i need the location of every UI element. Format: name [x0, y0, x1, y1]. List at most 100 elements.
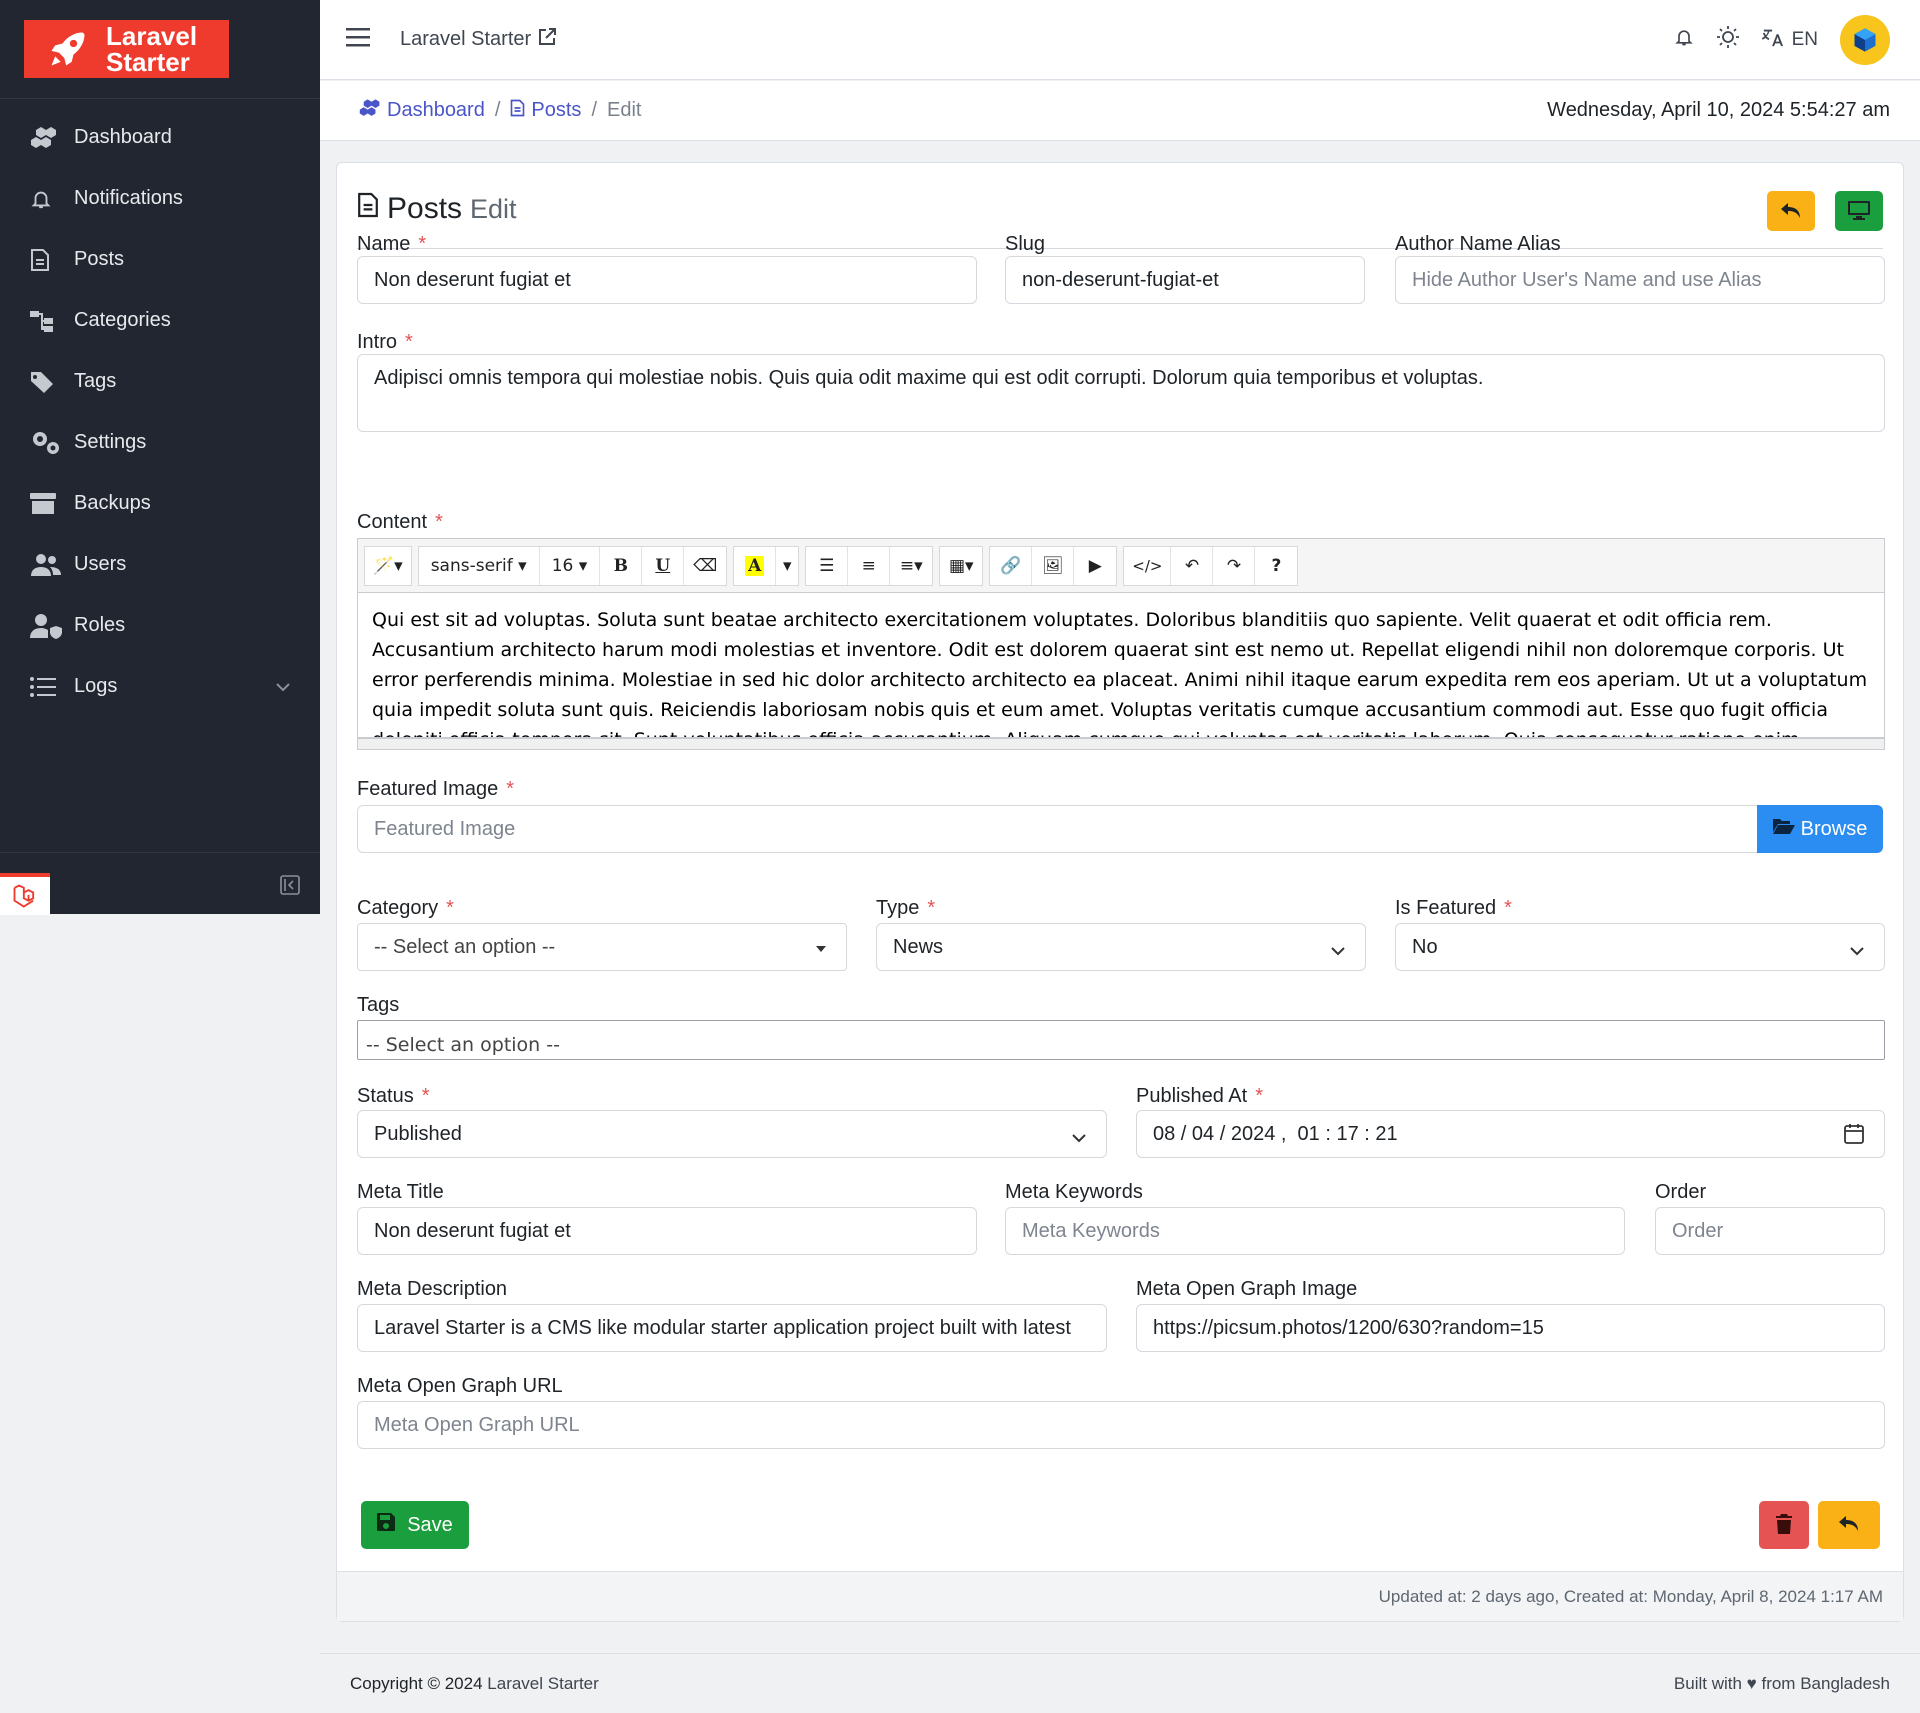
chevron-down-icon [1850, 939, 1864, 962]
browse-button[interactable]: Browse [1757, 805, 1883, 853]
bell-icon[interactable] [1674, 26, 1694, 53]
order-field[interactable]: Order [1655, 1207, 1885, 1255]
tags-select[interactable]: -- Select an option -- [357, 1020, 1885, 1060]
sidebar-item-label: Backups [74, 492, 151, 514]
paragraph-align-icon[interactable]: ≡▾ [890, 547, 932, 585]
undo-icon[interactable]: ↶ [1171, 546, 1214, 585]
save-button[interactable]: Save [361, 1501, 469, 1549]
card-header: Posts Edit [357, 191, 1883, 249]
editor-resize-handle[interactable] [357, 738, 1885, 750]
link-icon[interactable]: 🔗 [990, 546, 1033, 585]
sidebar-item-categories[interactable]: Categories [0, 290, 320, 351]
video-icon[interactable]: ▶ [1074, 547, 1116, 585]
name-label: Name * [357, 233, 427, 255]
meta-title-field[interactable]: Non deserunt fugiat et [357, 1207, 977, 1255]
breadcrumb-dashboard[interactable]: Dashboard [359, 98, 485, 124]
featured-image-field[interactable]: Featured Image [357, 805, 1767, 853]
toolbar-group-color: A ▾ [733, 545, 800, 586]
breadcrumb-posts[interactable]: Posts [510, 99, 581, 123]
editor-toolbar: 🪄▾ sans-serif ▾ 16 ▾ B U ⌫ A ▾ ☰ ≡ ≡▾ ▦▾… [357, 538, 1885, 592]
name-field[interactable]: Non deserunt fugiat et [357, 256, 977, 304]
meta-og-image-field[interactable]: https://picsum.photos/1200/630?random=15 [1136, 1304, 1885, 1352]
preview-button[interactable] [1835, 191, 1883, 231]
back-button[interactable] [1767, 191, 1815, 231]
ordered-list-icon[interactable]: ≡ [848, 546, 891, 585]
sidebar-item-posts[interactable]: Posts [0, 229, 320, 290]
order-label: Order [1655, 1181, 1707, 1203]
sidebar-item-roles[interactable]: Roles [0, 595, 320, 656]
sidebar-item-label: Categories [74, 309, 171, 331]
font-name-dropdown[interactable]: sans-serif ▾ [419, 546, 540, 585]
meta-og-url-field[interactable]: Meta Open Graph URL [357, 1401, 1885, 1449]
image-icon[interactable]: 🖼 [1032, 546, 1075, 585]
is-featured-select[interactable]: No [1395, 923, 1885, 971]
sidebar-item-backups[interactable]: Backups [0, 473, 320, 534]
delete-button[interactable] [1759, 1501, 1809, 1549]
help-icon[interactable]: ? [1255, 547, 1297, 585]
app-title-link[interactable]: Laravel Starter [400, 27, 557, 53]
sidebar-item-label: Logs [74, 675, 118, 697]
type-select[interactable]: News [876, 923, 1366, 971]
bold-button[interactable]: B [600, 546, 643, 585]
user-shield-icon [30, 611, 74, 641]
calendar-icon [1844, 1123, 1864, 1151]
hamburger-menu-icon[interactable] [346, 27, 370, 52]
toolbar-group-style: 🪄▾ [364, 545, 412, 586]
avatar[interactable] [1840, 14, 1890, 65]
code-view-icon[interactable]: </> [1124, 546, 1172, 585]
sidebar-collapse-icon[interactable] [280, 875, 300, 900]
cubes-icon [30, 123, 74, 153]
file-text-icon [510, 99, 525, 123]
cancel-button[interactable] [1818, 1501, 1880, 1549]
users-icon [30, 550, 74, 580]
eraser-icon[interactable]: ⌫ [684, 547, 726, 585]
sidebar: Laravel Starter Dashboard Notifications … [0, 0, 320, 915]
featured-image-label: Featured Image * [357, 778, 514, 800]
published-at-field[interactable]: 08 / 04 / 2024 , 01 : 17 : 21 [1136, 1110, 1885, 1158]
meta-keywords-field[interactable]: Meta Keywords [1005, 1207, 1625, 1255]
sidebar-item-settings[interactable]: Settings [0, 412, 320, 473]
sidebar-item-tags[interactable]: Tags [0, 351, 320, 412]
meta-description-field[interactable]: Laravel Starter is a CMS like modular st… [357, 1304, 1107, 1352]
breadcrumb-label: Posts [531, 99, 582, 121]
intro-textarea[interactable]: Adipisci omnis tempora qui molestiae nob… [357, 354, 1885, 432]
sidebar-item-logs[interactable]: Logs [0, 656, 320, 717]
table-icon[interactable]: ▦▾ [940, 547, 982, 585]
author-alias-field[interactable]: Hide Author User's Name and use Alias [1395, 256, 1885, 304]
category-select[interactable]: -- Select an option -- [357, 923, 847, 971]
footer-brand-link[interactable]: Laravel Starter [487, 1674, 599, 1693]
is-featured-label: Is Featured * [1395, 897, 1512, 919]
laravel-logo-icon[interactable] [0, 873, 50, 915]
sidebar-item-label: Tags [74, 370, 117, 392]
language-switcher[interactable]: EN [1761, 26, 1818, 54]
sun-icon[interactable] [1716, 25, 1740, 54]
content-editor[interactable]: Qui est sit ad voluptas. Soluta sunt bea… [357, 592, 1885, 738]
breadcrumb-separator: / [591, 99, 597, 121]
type-label: Type * [876, 897, 936, 919]
app-logo[interactable]: Laravel Starter [24, 20, 229, 78]
page-footer: Copyright © 2024 Laravel Starter Built w… [320, 1653, 1920, 1713]
logo-text-line2: Starter [106, 47, 190, 77]
caret-down-icon [816, 935, 826, 958]
magic-style-button[interactable]: 🪄▾ [365, 547, 411, 585]
chevron-down-icon[interactable] [276, 675, 290, 698]
status-select[interactable]: Published [357, 1110, 1107, 1158]
slug-label: Slug [1005, 233, 1046, 255]
font-size-dropdown[interactable]: 16 ▾ [540, 546, 601, 585]
color-icon[interactable]: A [734, 546, 777, 585]
post-edit-card: Posts Edit Name * Non deserunt fugiat et … [336, 162, 1904, 1622]
underline-button[interactable]: U [642, 546, 685, 585]
meta-title-label: Meta Title [357, 1181, 444, 1203]
sidebar-item-notifications[interactable]: Notifications [0, 168, 320, 229]
toolbar-group-misc: </> ↶ ↷ ? [1123, 545, 1299, 586]
unordered-list-icon[interactable]: ☰ [806, 546, 849, 585]
current-datetime: Wednesday, April 10, 2024 5:54:27 am [1547, 99, 1890, 121]
toolbar-group-para: ☰ ≡ ≡▾ [805, 545, 934, 586]
category-label: Category * [357, 897, 454, 919]
toolbar-group-table: ▦▾ [939, 545, 984, 586]
slug-field[interactable]: non-deserunt-fugiat-et [1005, 256, 1365, 304]
redo-icon[interactable]: ↷ [1213, 546, 1256, 585]
color-dropdown-icon[interactable]: ▾ [776, 547, 798, 585]
sidebar-item-users[interactable]: Users [0, 534, 320, 595]
sidebar-item-dashboard[interactable]: Dashboard [0, 107, 320, 168]
